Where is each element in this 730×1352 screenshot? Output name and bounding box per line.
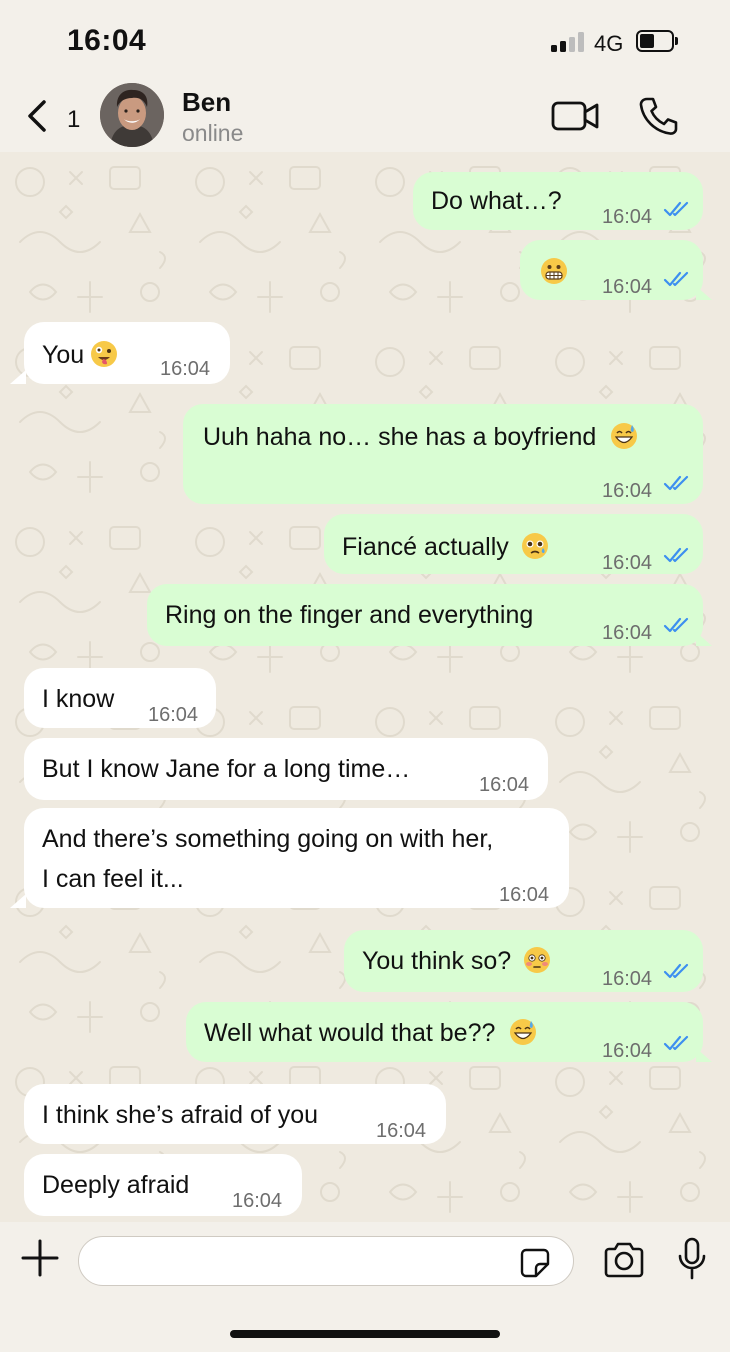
message-time: 16:04 <box>602 552 653 574</box>
read-receipt-icon <box>663 547 689 563</box>
message-time: 16:04 <box>602 622 653 644</box>
pleading-face-icon <box>521 533 548 559</box>
message-text: And there’s something going on with her, <box>42 825 494 853</box>
message-bubble-outgoing[interactable]: Uuh haha no… she has a boyfriend 16:04 <box>183 404 703 504</box>
message-bubble-outgoing[interactable]: 16:04 <box>520 240 703 300</box>
bubble-tail <box>696 286 712 300</box>
message-bubble-incoming[interactable]: I think she’s afraid of you 16:04 <box>24 1084 446 1144</box>
message-text: Fiancé actually <box>342 530 549 564</box>
message-input[interactable] <box>78 1236 574 1286</box>
battery-icon <box>636 30 678 52</box>
avatar[interactable] <box>100 83 164 147</box>
message-text: I know <box>42 685 115 713</box>
message-bubble-incoming[interactable]: But I know Jane for a long time… 16:04 <box>24 738 548 800</box>
bubble-tail <box>696 632 712 646</box>
message-time: 16:04 <box>148 704 199 726</box>
message-text: Ring on the finger and everything <box>165 601 534 629</box>
phone-icon <box>639 97 678 135</box>
chat-area[interactable]: Do what…? 16:04 16:04 You 16:04 Uuh haha… <box>0 152 730 1222</box>
microphone-button[interactable] <box>676 1236 708 1282</box>
message-text: You <box>42 338 118 372</box>
read-receipt-icon <box>663 1035 689 1051</box>
read-receipt-icon <box>663 617 689 633</box>
grinning-sweat-face-icon <box>510 1019 537 1045</box>
chevron-left-icon <box>28 100 46 132</box>
network-type: 4G <box>594 31 624 56</box>
message-bubble-outgoing[interactable]: Ring on the finger and everything 16:04 <box>147 584 703 646</box>
grinning-sweat-face-icon <box>611 423 638 449</box>
message-time: 16:04 <box>232 1190 283 1212</box>
bubble-tail <box>696 1048 712 1062</box>
message-text: Well what would that be?? <box>204 1016 537 1050</box>
message-bubble-outgoing[interactable]: You think so? 16:04 <box>344 930 703 992</box>
sticker-icon <box>520 1248 550 1278</box>
message-time: 16:04 <box>499 884 550 906</box>
contact-status: online <box>182 120 244 146</box>
grimacing-face-icon <box>541 258 567 284</box>
home-indicator[interactable] <box>230 1330 500 1338</box>
read-receipt-icon <box>663 963 689 979</box>
message-time: 16:04 <box>602 206 653 228</box>
microphone-icon <box>678 1237 706 1280</box>
message-bubble-outgoing[interactable]: Fiancé actually 16:04 <box>324 514 703 574</box>
message-text: I can feel it... <box>42 865 184 893</box>
bubble-tail <box>10 894 26 908</box>
attach-button[interactable] <box>20 1238 60 1278</box>
bubble-tail <box>10 370 26 384</box>
message-bubble-incoming[interactable]: I know 16:04 <box>24 668 216 728</box>
plus-icon <box>21 1239 59 1277</box>
message-text: Do what…? <box>431 187 562 215</box>
message-time: 16:04 <box>376 1120 427 1142</box>
status-time: 16:04 <box>67 24 147 57</box>
message-text: Deeply afraid <box>42 1171 190 1199</box>
message-bubble-incoming[interactable]: You 16:04 <box>24 322 230 384</box>
back-button[interactable]: 1 <box>22 94 92 138</box>
read-receipt-icon <box>663 271 689 287</box>
chat-header: 1 Ben online <box>0 80 730 152</box>
video-camera-icon <box>551 101 599 131</box>
contact-name[interactable]: Ben <box>182 87 231 118</box>
message-time: 16:04 <box>602 1040 653 1062</box>
camera-button[interactable] <box>602 1240 646 1280</box>
status-bar: 16:04 4G <box>0 0 730 80</box>
contact-photo <box>100 83 164 147</box>
message-text: But I know Jane for a long time… <box>42 755 411 783</box>
flushed-face-icon <box>524 947 551 973</box>
video-call-button[interactable] <box>550 96 602 136</box>
message-bubble-outgoing[interactable]: Do what…? 16:04 <box>413 172 703 230</box>
zany-face-icon <box>91 341 118 367</box>
message-time: 16:04 <box>602 968 653 990</box>
signal-strength-icon <box>551 32 585 52</box>
message-time: 16:04 <box>602 276 653 298</box>
message-bubble-incoming[interactable]: And there’s something going on with her,… <box>24 808 569 908</box>
read-receipt-icon <box>663 201 689 217</box>
voice-call-button[interactable] <box>636 94 680 138</box>
message-text: I think she’s afraid of you <box>42 1101 319 1129</box>
sticker-button[interactable] <box>520 1248 550 1278</box>
message-time: 16:04 <box>160 358 211 380</box>
message-text: You think so? <box>362 944 551 978</box>
read-receipt-icon <box>663 475 689 491</box>
input-bar <box>0 1222 730 1352</box>
unread-count: 1 <box>67 106 81 133</box>
message-bubble-outgoing[interactable]: Well what would that be?? 16:04 <box>186 1002 703 1062</box>
message-text: Uuh haha no… she has a boyfriend <box>203 420 638 454</box>
camera-icon <box>604 1242 644 1278</box>
message-time: 16:04 <box>602 480 653 502</box>
message-bubble-incoming[interactable]: Deeply afraid 16:04 <box>24 1154 302 1216</box>
message-time: 16:04 <box>479 774 530 796</box>
